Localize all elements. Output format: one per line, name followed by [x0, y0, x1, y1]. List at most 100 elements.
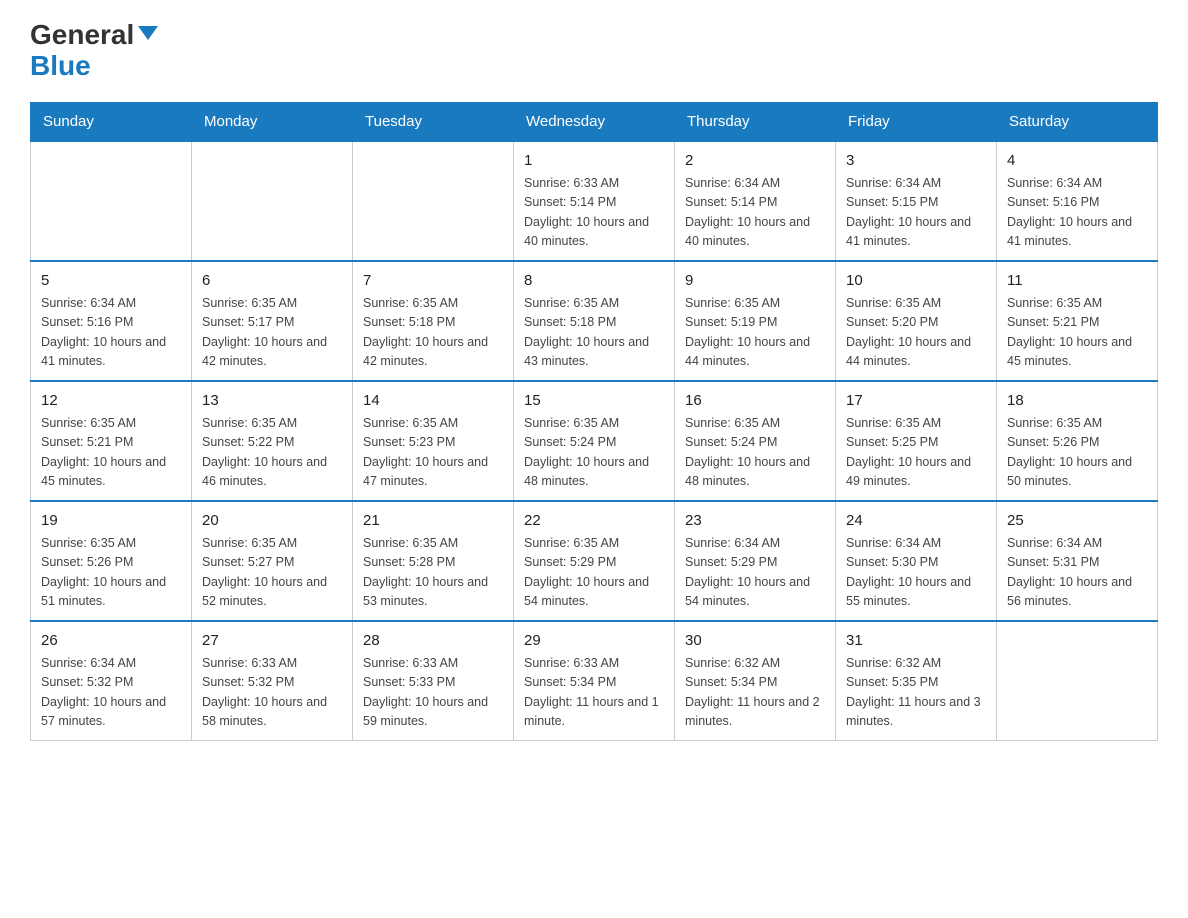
calendar-cell: 22Sunrise: 6:35 AMSunset: 5:29 PMDayligh…	[514, 501, 675, 621]
day-info: Sunrise: 6:35 AMSunset: 5:24 PMDaylight:…	[524, 414, 664, 492]
day-number: 5	[41, 270, 181, 293]
day-info: Sunrise: 6:35 AMSunset: 5:23 PMDaylight:…	[363, 414, 503, 492]
calendar-cell: 25Sunrise: 6:34 AMSunset: 5:31 PMDayligh…	[997, 501, 1158, 621]
day-info: Sunrise: 6:35 AMSunset: 5:29 PMDaylight:…	[524, 534, 664, 612]
calendar-cell: 7Sunrise: 6:35 AMSunset: 5:18 PMDaylight…	[353, 261, 514, 381]
calendar-cell: 12Sunrise: 6:35 AMSunset: 5:21 PMDayligh…	[31, 381, 192, 501]
calendar-week-3: 12Sunrise: 6:35 AMSunset: 5:21 PMDayligh…	[31, 381, 1158, 501]
day-info: Sunrise: 6:35 AMSunset: 5:18 PMDaylight:…	[363, 294, 503, 372]
day-info: Sunrise: 6:35 AMSunset: 5:26 PMDaylight:…	[1007, 414, 1147, 492]
day-info: Sunrise: 6:35 AMSunset: 5:18 PMDaylight:…	[524, 294, 664, 372]
calendar-cell: 3Sunrise: 6:34 AMSunset: 5:15 PMDaylight…	[836, 141, 997, 261]
calendar-cell: 29Sunrise: 6:33 AMSunset: 5:34 PMDayligh…	[514, 621, 675, 741]
calendar-cell: 24Sunrise: 6:34 AMSunset: 5:30 PMDayligh…	[836, 501, 997, 621]
day-number: 28	[363, 630, 503, 653]
day-number: 24	[846, 510, 986, 533]
day-info: Sunrise: 6:33 AMSunset: 5:32 PMDaylight:…	[202, 654, 342, 732]
logo-triangle-icon	[138, 26, 158, 40]
day-info: Sunrise: 6:32 AMSunset: 5:35 PMDaylight:…	[846, 654, 986, 732]
calendar-cell: 31Sunrise: 6:32 AMSunset: 5:35 PMDayligh…	[836, 621, 997, 741]
day-info: Sunrise: 6:35 AMSunset: 5:17 PMDaylight:…	[202, 294, 342, 372]
calendar-cell: 28Sunrise: 6:33 AMSunset: 5:33 PMDayligh…	[353, 621, 514, 741]
day-info: Sunrise: 6:35 AMSunset: 5:24 PMDaylight:…	[685, 414, 825, 492]
logo-text-top: General	[30, 20, 158, 51]
calendar-cell: 18Sunrise: 6:35 AMSunset: 5:26 PMDayligh…	[997, 381, 1158, 501]
day-header-saturday: Saturday	[997, 102, 1158, 141]
day-number: 16	[685, 390, 825, 413]
calendar-week-4: 19Sunrise: 6:35 AMSunset: 5:26 PMDayligh…	[31, 501, 1158, 621]
day-number: 31	[846, 630, 986, 653]
calendar-cell: 13Sunrise: 6:35 AMSunset: 5:22 PMDayligh…	[192, 381, 353, 501]
calendar-cell: 17Sunrise: 6:35 AMSunset: 5:25 PMDayligh…	[836, 381, 997, 501]
calendar-cell: 10Sunrise: 6:35 AMSunset: 5:20 PMDayligh…	[836, 261, 997, 381]
day-info: Sunrise: 6:32 AMSunset: 5:34 PMDaylight:…	[685, 654, 825, 732]
day-info: Sunrise: 6:33 AMSunset: 5:14 PMDaylight:…	[524, 174, 664, 252]
day-info: Sunrise: 6:35 AMSunset: 5:21 PMDaylight:…	[41, 414, 181, 492]
day-info: Sunrise: 6:33 AMSunset: 5:34 PMDaylight:…	[524, 654, 664, 732]
day-info: Sunrise: 6:35 AMSunset: 5:21 PMDaylight:…	[1007, 294, 1147, 372]
calendar-cell: 1Sunrise: 6:33 AMSunset: 5:14 PMDaylight…	[514, 141, 675, 261]
day-number: 17	[846, 390, 986, 413]
day-info: Sunrise: 6:34 AMSunset: 5:16 PMDaylight:…	[41, 294, 181, 372]
day-number: 10	[846, 270, 986, 293]
day-info: Sunrise: 6:34 AMSunset: 5:29 PMDaylight:…	[685, 534, 825, 612]
calendar-header: SundayMondayTuesdayWednesdayThursdayFrid…	[31, 102, 1158, 141]
day-number: 27	[202, 630, 342, 653]
day-header-tuesday: Tuesday	[353, 102, 514, 141]
calendar-cell: 8Sunrise: 6:35 AMSunset: 5:18 PMDaylight…	[514, 261, 675, 381]
day-header-wednesday: Wednesday	[514, 102, 675, 141]
day-info: Sunrise: 6:34 AMSunset: 5:15 PMDaylight:…	[846, 174, 986, 252]
day-info: Sunrise: 6:34 AMSunset: 5:16 PMDaylight:…	[1007, 174, 1147, 252]
day-number: 21	[363, 510, 503, 533]
calendar-cell: 2Sunrise: 6:34 AMSunset: 5:14 PMDaylight…	[675, 141, 836, 261]
calendar-body: 1Sunrise: 6:33 AMSunset: 5:14 PMDaylight…	[31, 141, 1158, 741]
day-header-thursday: Thursday	[675, 102, 836, 141]
day-number: 12	[41, 390, 181, 413]
day-info: Sunrise: 6:35 AMSunset: 5:26 PMDaylight:…	[41, 534, 181, 612]
calendar-week-2: 5Sunrise: 6:34 AMSunset: 5:16 PMDaylight…	[31, 261, 1158, 381]
calendar-cell	[31, 141, 192, 261]
day-number: 19	[41, 510, 181, 533]
calendar-cell	[997, 621, 1158, 741]
day-number: 18	[1007, 390, 1147, 413]
calendar-cell: 19Sunrise: 6:35 AMSunset: 5:26 PMDayligh…	[31, 501, 192, 621]
day-info: Sunrise: 6:35 AMSunset: 5:19 PMDaylight:…	[685, 294, 825, 372]
calendar-table: SundayMondayTuesdayWednesdayThursdayFrid…	[30, 102, 1158, 741]
calendar-cell: 20Sunrise: 6:35 AMSunset: 5:27 PMDayligh…	[192, 501, 353, 621]
calendar-week-5: 26Sunrise: 6:34 AMSunset: 5:32 PMDayligh…	[31, 621, 1158, 741]
day-number: 11	[1007, 270, 1147, 293]
day-number: 26	[41, 630, 181, 653]
day-info: Sunrise: 6:33 AMSunset: 5:33 PMDaylight:…	[363, 654, 503, 732]
day-number: 13	[202, 390, 342, 413]
page-header: General Blue	[30, 20, 1158, 82]
calendar-cell: 16Sunrise: 6:35 AMSunset: 5:24 PMDayligh…	[675, 381, 836, 501]
day-header-monday: Monday	[192, 102, 353, 141]
calendar-cell: 15Sunrise: 6:35 AMSunset: 5:24 PMDayligh…	[514, 381, 675, 501]
day-number: 22	[524, 510, 664, 533]
day-info: Sunrise: 6:34 AMSunset: 5:14 PMDaylight:…	[685, 174, 825, 252]
calendar-cell: 11Sunrise: 6:35 AMSunset: 5:21 PMDayligh…	[997, 261, 1158, 381]
day-info: Sunrise: 6:35 AMSunset: 5:20 PMDaylight:…	[846, 294, 986, 372]
day-number: 14	[363, 390, 503, 413]
calendar-cell: 4Sunrise: 6:34 AMSunset: 5:16 PMDaylight…	[997, 141, 1158, 261]
calendar-cell	[353, 141, 514, 261]
day-number: 1	[524, 150, 664, 173]
calendar-cell: 23Sunrise: 6:34 AMSunset: 5:29 PMDayligh…	[675, 501, 836, 621]
day-number: 15	[524, 390, 664, 413]
day-number: 20	[202, 510, 342, 533]
day-header-friday: Friday	[836, 102, 997, 141]
day-number: 6	[202, 270, 342, 293]
calendar-cell: 6Sunrise: 6:35 AMSunset: 5:17 PMDaylight…	[192, 261, 353, 381]
calendar-cell: 27Sunrise: 6:33 AMSunset: 5:32 PMDayligh…	[192, 621, 353, 741]
day-info: Sunrise: 6:34 AMSunset: 5:32 PMDaylight:…	[41, 654, 181, 732]
day-number: 4	[1007, 150, 1147, 173]
day-number: 23	[685, 510, 825, 533]
day-info: Sunrise: 6:35 AMSunset: 5:25 PMDaylight:…	[846, 414, 986, 492]
day-info: Sunrise: 6:34 AMSunset: 5:31 PMDaylight:…	[1007, 534, 1147, 612]
day-number: 25	[1007, 510, 1147, 533]
calendar-cell	[192, 141, 353, 261]
day-number: 30	[685, 630, 825, 653]
calendar-cell: 5Sunrise: 6:34 AMSunset: 5:16 PMDaylight…	[31, 261, 192, 381]
calendar-cell: 9Sunrise: 6:35 AMSunset: 5:19 PMDaylight…	[675, 261, 836, 381]
calendar-cell: 21Sunrise: 6:35 AMSunset: 5:28 PMDayligh…	[353, 501, 514, 621]
